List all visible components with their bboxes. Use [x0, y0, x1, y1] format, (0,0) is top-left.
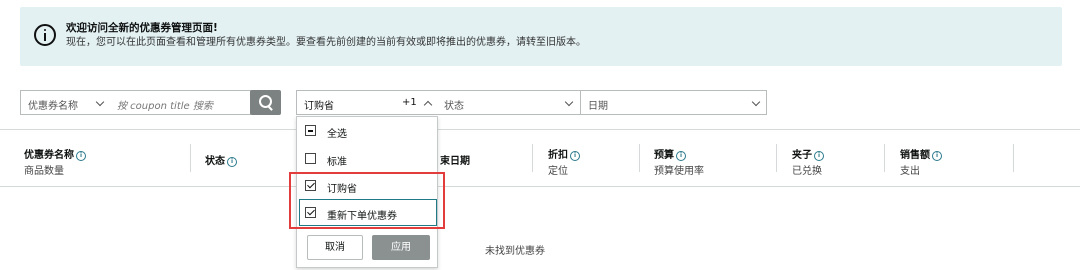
type-select[interactable]: 订购省 +1: [296, 90, 438, 115]
info-icon[interactable]: i: [676, 151, 686, 161]
column-subtitle: 定位: [548, 166, 568, 177]
column-budget[interactable]: 预算 i 预算使用率: [654, 146, 704, 177]
info-icon[interactable]: i: [814, 151, 824, 161]
option-label: 标准: [327, 157, 347, 168]
chevron-up-icon: [423, 100, 433, 110]
apply-button[interactable]: 应用: [372, 235, 430, 260]
type-select-count: +1: [402, 97, 417, 108]
annotation-highlight-box: [289, 172, 445, 229]
info-icon[interactable]: i: [76, 151, 86, 161]
column-divider: [776, 144, 777, 172]
column-title: 销售额: [900, 150, 930, 161]
chevron-down-icon: [95, 97, 105, 107]
chevron-down-icon: [564, 97, 574, 107]
type-select-label: 订购省: [304, 101, 334, 112]
column-divider: [1013, 144, 1014, 172]
info-icon[interactable]: i: [227, 157, 237, 167]
column-divider: [639, 144, 640, 172]
status-select-label: 状态: [444, 101, 464, 112]
column-subtitle: 预算使用率: [654, 166, 704, 177]
info-icon: [34, 24, 56, 46]
column-divider: [884, 144, 885, 172]
cancel-button[interactable]: 取消: [307, 235, 363, 260]
divider: [0, 129, 1080, 130]
column-title: 折扣: [548, 150, 568, 161]
date-select-label: 日期: [588, 101, 608, 112]
info-icon[interactable]: i: [932, 151, 942, 161]
column-subtitle: 已兑换: [792, 166, 822, 177]
chevron-down-icon: [751, 97, 761, 107]
search-button[interactable]: [250, 90, 281, 115]
info-icon[interactable]: i: [570, 151, 580, 161]
column-title: 预算: [654, 150, 674, 161]
field-select[interactable]: 优惠券名称: [20, 90, 111, 115]
divider: [0, 186, 1080, 187]
column-status[interactable]: 状态 i: [205, 152, 237, 167]
empty-state-text: 未找到优惠券: [485, 246, 545, 257]
field-select-label: 优惠券名称: [28, 101, 78, 112]
column-title: 束日期: [440, 156, 470, 167]
column-clip[interactable]: 夹子 i 已兑换: [792, 146, 824, 177]
column-subtitle: 支出: [900, 166, 920, 177]
column-discount[interactable]: 折扣 i 定位: [548, 146, 580, 177]
column-title: 状态: [205, 156, 225, 167]
column-coupon-name[interactable]: 优惠券名称 i 商品数量: [24, 146, 86, 177]
search-input[interactable]: 按 coupon title 搜索: [110, 90, 251, 115]
checkbox-partial[interactable]: [305, 125, 316, 136]
column-divider: [532, 144, 533, 172]
column-subtitle: 商品数量: [24, 166, 64, 177]
info-banner: 欢迎访问全新的优惠券管理页面! 现在，您可以在此页面查看和管理所有优惠券类型。要…: [20, 7, 1062, 66]
column-title: 优惠券名称: [24, 150, 74, 161]
search-placeholder: 按 coupon title 搜索: [117, 101, 213, 112]
status-select[interactable]: 状态: [437, 90, 581, 115]
checkbox-unchecked[interactable]: [305, 153, 316, 164]
banner-text: 现在，您可以在此页面查看和管理所有优惠券类型。要查看先前创建的当前有效或即将推出…: [66, 37, 586, 48]
column-sales[interactable]: 销售额 i 支出: [900, 146, 942, 177]
option-label: 全选: [327, 129, 347, 140]
column-title: 夹子: [792, 150, 812, 161]
date-select[interactable]: 日期: [580, 90, 767, 115]
column-divider: [190, 144, 191, 172]
column-end-date[interactable]: 束日期: [440, 152, 470, 167]
